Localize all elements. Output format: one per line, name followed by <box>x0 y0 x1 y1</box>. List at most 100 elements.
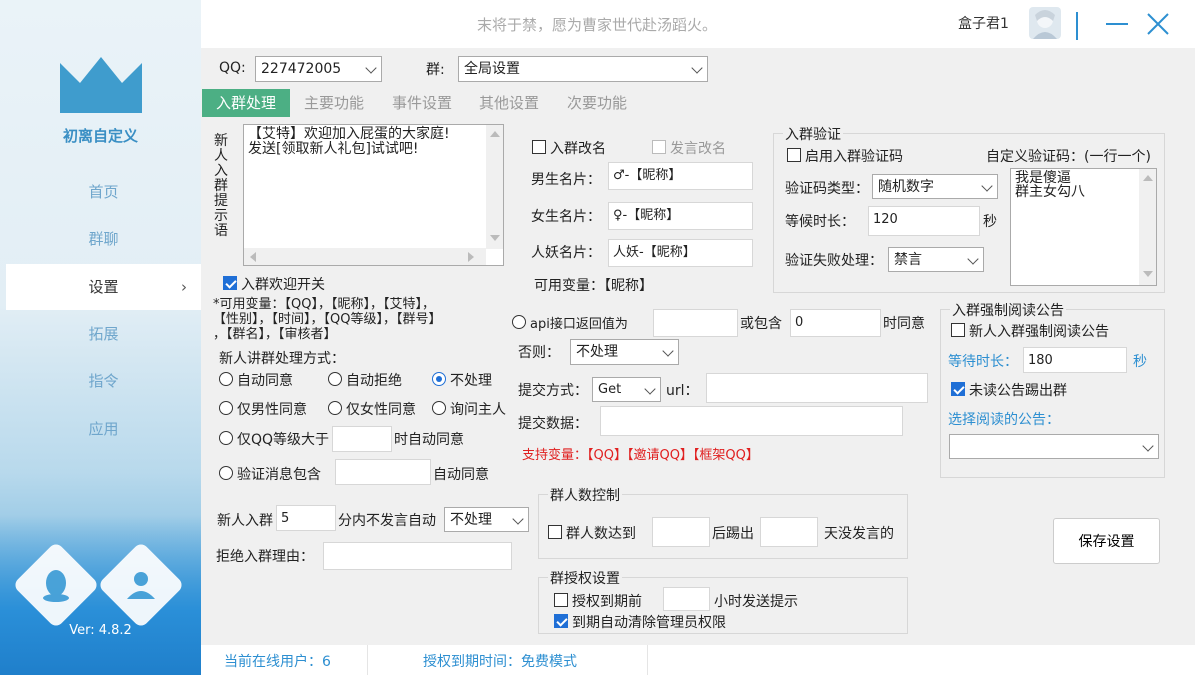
nav-item-commands[interactable]: 指令 <box>6 358 201 404</box>
api-contains-input[interactable]: 0 <box>790 309 881 337</box>
radio-no-handle[interactable] <box>432 372 446 386</box>
silent-label-prefix: 新人入群 <box>217 513 273 529</box>
verify-custom-textarea[interactable]: 我是傻逼 群主女勾八 <box>1010 168 1157 286</box>
speak-rename-checkbox[interactable] <box>652 140 666 154</box>
nav-item-home[interactable]: 首页 <box>6 169 201 215</box>
radio-female-only[interactable] <box>328 401 342 415</box>
tab-main-functions[interactable]: 主要功能 <box>296 89 372 117</box>
auth-expire-checkbox[interactable] <box>554 593 568 607</box>
radio-auto-reject-label: 自动拒绝 <box>346 373 402 389</box>
reject-reason-label: 拒绝入群理由： <box>216 549 314 565</box>
verify-enable-label: 启用入群验证码 <box>805 149 903 165</box>
nav-item-settings[interactable]: 设置 › <box>6 264 201 310</box>
qq-select[interactable]: 227472005 <box>255 56 382 82</box>
auth-clear-admin-checkbox[interactable] <box>554 614 568 628</box>
kick-unread-checkbox[interactable] <box>951 382 965 396</box>
vertical-scrollbar[interactable] <box>1139 169 1156 285</box>
welcome-message-textarea[interactable]: 【艾特】欢迎加入屁蛋的大家庭! 发送[领取新人礼包]试试吧! <box>243 124 504 266</box>
auth-hours-input[interactable] <box>663 587 710 611</box>
silent-label-suffix: 分内不发言自动 <box>338 513 436 529</box>
verify-fail-select[interactable]: 禁言 <box>888 247 984 272</box>
reject-reason-input[interactable] <box>323 542 512 570</box>
member-limit-checkbox[interactable] <box>548 525 562 539</box>
chevron-down-icon <box>981 180 993 192</box>
silent-minutes-value: 5 <box>281 511 290 526</box>
status-bar: 当前在线用户：6 授权到期时间：免费模式 <box>201 645 1195 675</box>
silent-minutes-input[interactable]: 5 <box>276 505 336 531</box>
female-card-input[interactable]: ♀-【昵称】 <box>608 202 753 230</box>
radio-auto-reject[interactable] <box>328 372 342 386</box>
nav-item-group-chat[interactable]: 群聊 <box>6 216 201 262</box>
read-notice-checkbox[interactable] <box>951 323 965 337</box>
read-wait-input[interactable]: 180 <box>1023 347 1127 373</box>
welcome-toggle-label: 入群欢迎开关 <box>241 277 325 293</box>
nav-item-extend[interactable]: 拓展 <box>6 311 201 357</box>
join-rename-label: 入群改名 <box>550 141 606 157</box>
title-separator <box>1076 12 1078 40</box>
level-suffix-label: 时自动同意 <box>394 432 464 448</box>
tab-minor-functions[interactable]: 次要功能 <box>559 89 635 117</box>
vertical-scrollbar[interactable] <box>486 125 503 249</box>
save-button[interactable]: 保存设置 <box>1053 518 1160 564</box>
silent-action-value: 不处理 <box>450 512 492 528</box>
minimize-icon[interactable] <box>1106 23 1128 25</box>
scroll-up-icon[interactable] <box>1143 175 1153 181</box>
online-users-status: 当前在线用户：6 <box>224 654 331 670</box>
notice-select[interactable] <box>949 434 1159 459</box>
verify-type-select[interactable]: 随机数字 <box>872 174 998 199</box>
kick-label: 后踢出 <box>712 526 754 542</box>
horizontal-scrollbar[interactable] <box>244 248 486 265</box>
radio-ask-owner[interactable] <box>432 401 446 415</box>
chevron-down-icon <box>365 62 377 74</box>
other-card-input[interactable]: 人妖-【昵称】 <box>608 239 753 267</box>
level-input[interactable] <box>332 426 392 452</box>
member-limit-input[interactable] <box>652 517 710 547</box>
other-card-label: 人妖名片： <box>531 245 601 261</box>
tab-join-handling[interactable]: 入群处理 <box>202 89 290 117</box>
api-url-input[interactable] <box>706 373 928 403</box>
main-panel: QQ: 227472005 群: 全局设置 入群处理 主要功能 事件设置 其他设… <box>201 48 1195 645</box>
tab-event-settings[interactable]: 事件设置 <box>384 89 460 117</box>
tab-other-settings[interactable]: 其他设置 <box>471 89 547 117</box>
silent-action-select[interactable]: 不处理 <box>444 507 529 532</box>
api-data-input[interactable] <box>600 406 903 436</box>
msg-contains-input[interactable] <box>335 459 431 485</box>
scroll-up-icon[interactable] <box>490 131 500 137</box>
radio-male-only[interactable] <box>219 401 233 415</box>
scroll-right-icon[interactable] <box>468 252 474 262</box>
avatar[interactable] <box>1029 7 1061 39</box>
radio-level-gt[interactable] <box>219 431 233 445</box>
female-card-value: ♀-【昵称】 <box>613 208 680 223</box>
member-control-title: 群人数控制 <box>548 485 622 505</box>
verify-enable-checkbox[interactable] <box>787 148 801 162</box>
male-card-input[interactable]: ♂-【昵称】 <box>608 162 753 190</box>
join-rename-checkbox[interactable] <box>532 140 546 154</box>
status-divider <box>647 645 648 675</box>
radio-auto-agree[interactable] <box>219 372 233 386</box>
kick-days-input[interactable] <box>760 517 818 547</box>
auth-hours-label: 小时发送提示 <box>714 594 798 610</box>
verify-wait-input[interactable]: 120 <box>868 206 980 236</box>
scroll-down-icon[interactable] <box>490 235 500 241</box>
auth-title: 群授权设置 <box>548 568 622 588</box>
verify-fail-value: 禁言 <box>894 252 922 268</box>
scroll-left-icon[interactable] <box>250 252 256 262</box>
api-value-input[interactable] <box>653 309 738 337</box>
nav-item-apps[interactable]: 应用 <box>6 406 201 452</box>
api-else-select[interactable]: 不处理 <box>570 339 679 365</box>
welcome-toggle-checkbox[interactable] <box>223 276 237 290</box>
member-limit-label: 群人数达到 <box>566 526 636 542</box>
radio-no-handle-label: 不处理 <box>450 373 492 389</box>
days-silent-label: 天没发言的 <box>824 526 894 542</box>
kick-unread-label: 未读公告踢出群 <box>969 383 1067 399</box>
verify-type-label: 验证码类型： <box>785 181 869 197</box>
group-select[interactable]: 全局设置 <box>458 56 708 82</box>
api-support-vars: 支持变量：【QQ】【邀请QQ】【框架QQ】 <box>522 448 759 463</box>
verify-custom-label: 自定义验证码：(一行一个) <box>986 149 1151 165</box>
close-icon[interactable] <box>1146 12 1170 36</box>
radio-msg-contains[interactable] <box>219 466 233 480</box>
api-method-select[interactable]: Get <box>592 377 661 402</box>
choose-notice-label: 选择阅读的公告： <box>948 412 1060 428</box>
scroll-down-icon[interactable] <box>1143 271 1153 277</box>
radio-api[interactable] <box>512 315 526 329</box>
